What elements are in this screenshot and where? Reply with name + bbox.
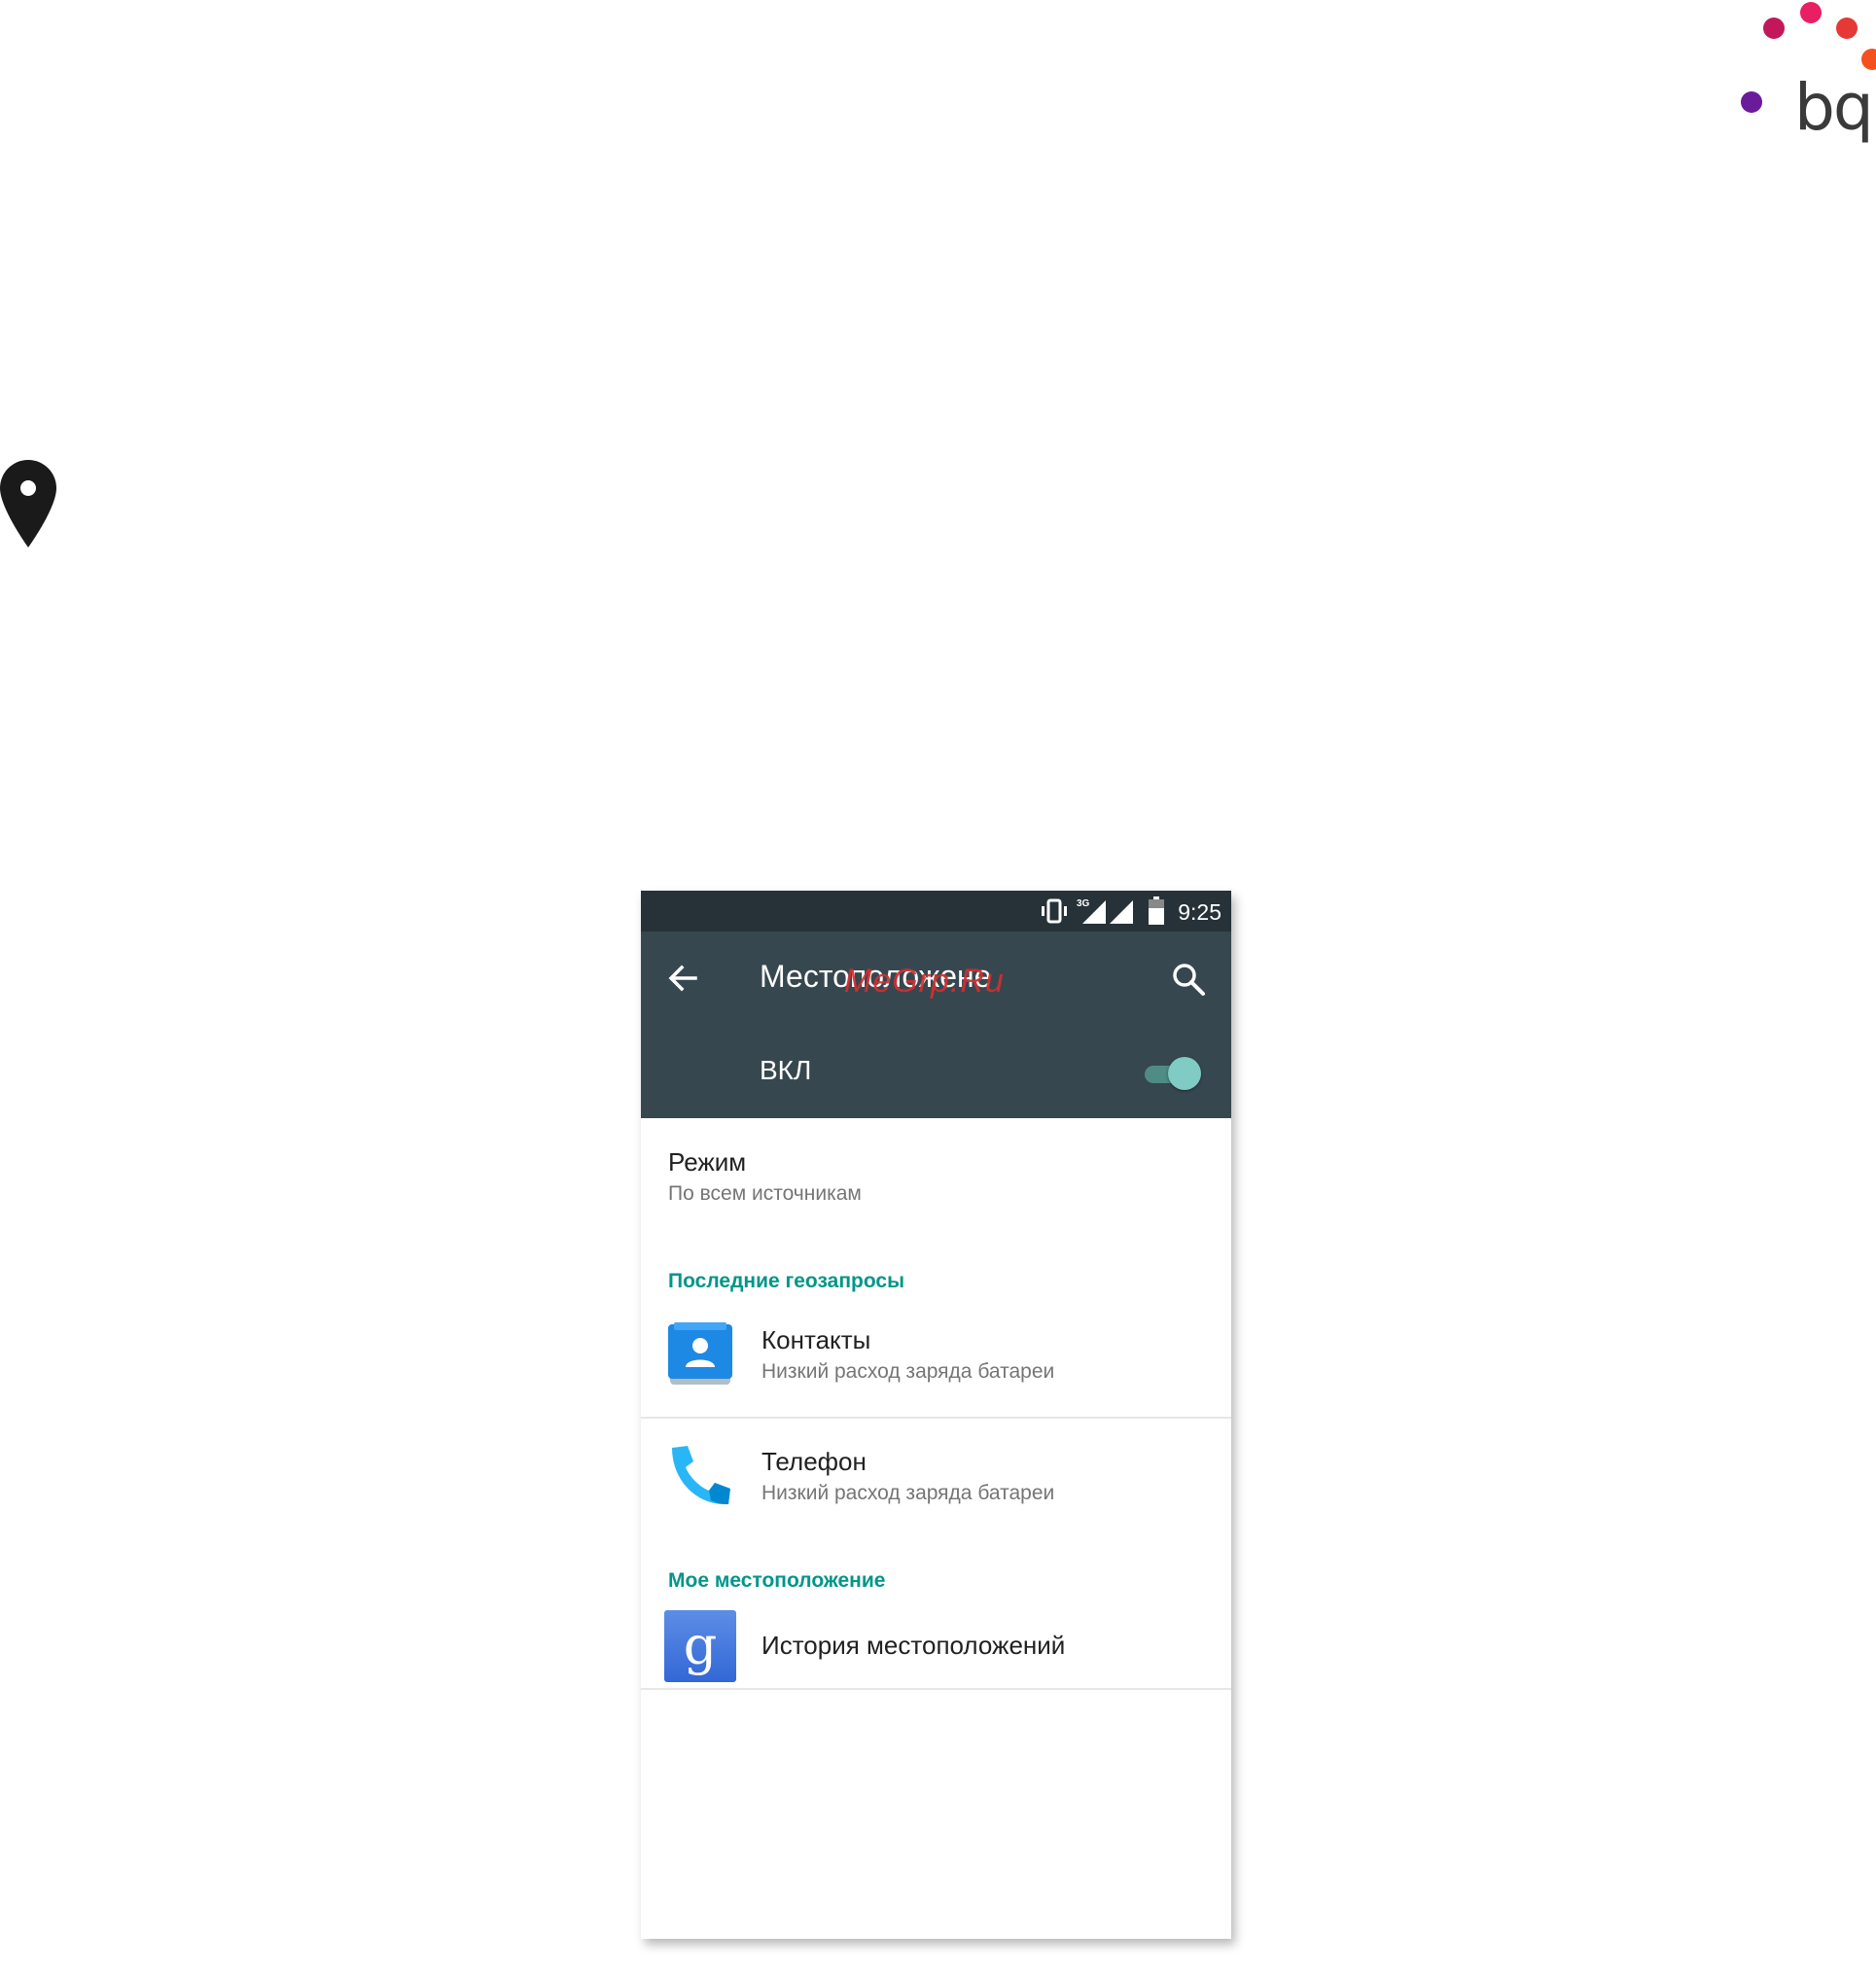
arrow-back-icon[interactable] — [662, 958, 703, 999]
location-pin-icon — [0, 460, 56, 547]
mode-title: Режим — [668, 1147, 747, 1177]
divider — [641, 1417, 1231, 1419]
mode-summary: По всем источникам — [668, 1182, 862, 1205]
mode-preference[interactable]: Режим По всем источникам — [641, 1118, 1231, 1235]
network-label: 3G — [1077, 898, 1090, 909]
list-item-title: История местоположений — [761, 1631, 1066, 1660]
list-item-title: Телефон — [761, 1447, 867, 1476]
location-toggle[interactable] — [1145, 1057, 1203, 1090]
contacts-app-icon — [668, 1322, 732, 1385]
logo-dot — [1800, 2, 1822, 23]
toggle-thumb — [1168, 1057, 1201, 1090]
watermark: MeGrp.Ru — [844, 963, 1005, 1000]
logo-dot — [1836, 18, 1858, 39]
list-item-title: Контакты — [761, 1325, 871, 1354]
status-time: 9:25 — [1178, 899, 1221, 925]
status-bar: 3G 9:25 — [641, 891, 1231, 931]
logo-dot — [1861, 49, 1876, 70]
search-icon[interactable] — [1170, 961, 1209, 1000]
phone-app-icon — [672, 1446, 730, 1505]
list-item-summary: Низкий расход заряда батареи — [761, 1360, 1055, 1383]
svg-text:g: g — [684, 1615, 718, 1676]
battery-icon — [1149, 896, 1164, 925]
signal-icon — [1110, 900, 1133, 924]
section-header-recent-requests: Последние геозапросы — [668, 1270, 904, 1292]
list-item-summary: Низкий расход заряда батареи — [761, 1482, 1055, 1504]
switch-label: ВКЛ — [760, 1055, 812, 1085]
list-item[interactable]: Контакты Низкий расход заряда батареи — [641, 1309, 1231, 1420]
app-bar: Местоположене MeGrp.Ru — [641, 931, 1231, 1026]
vibrate-icon — [1042, 898, 1067, 924]
location-master-switch-bar: ВКЛ — [641, 1026, 1231, 1118]
section-header-my-location: Мое местоположение — [668, 1569, 886, 1592]
brand-logo-text: bq — [1794, 70, 1874, 145]
phone-screen: 3G 9:25 Местоположене MeGrp.Ru ВКЛ Режим… — [641, 891, 1231, 1939]
signal-3g-icon: 3G — [1077, 898, 1106, 924]
logo-dot — [1763, 18, 1785, 39]
google-app-icon: g — [664, 1610, 736, 1682]
divider — [641, 1688, 1231, 1690]
logo-dot — [1741, 91, 1762, 113]
list-item[interactable]: Телефон Низкий расход заряда батареи — [641, 1421, 1231, 1541]
list-item[interactable]: g История местоположений — [641, 1604, 1231, 1690]
